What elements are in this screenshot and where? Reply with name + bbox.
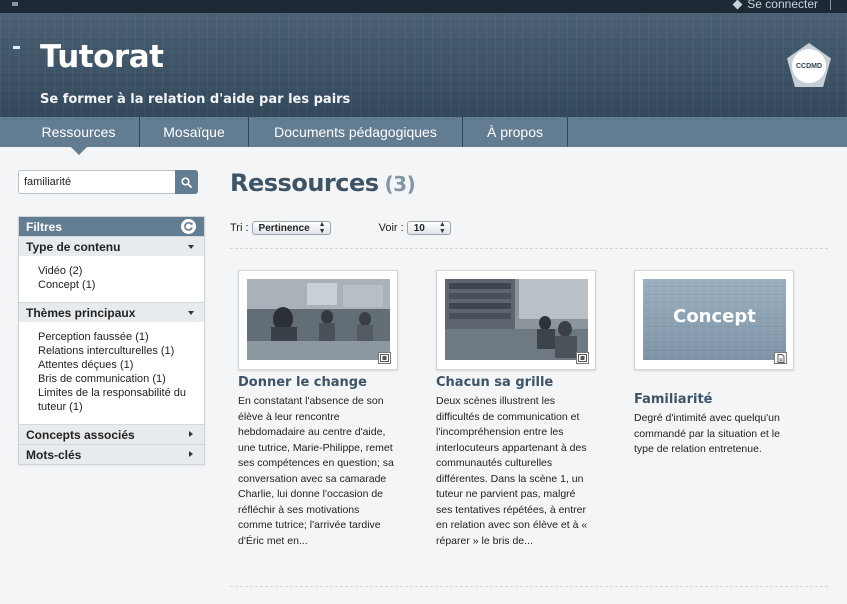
login-label: Se connecter (747, 0, 818, 11)
card-description: Degré d'intimité avec quelqu'un commandé… (634, 412, 780, 455)
card-title[interactable]: Familiarité (634, 392, 712, 407)
concept-thumbnail[interactable]: Concept (634, 270, 794, 370)
card-title[interactable]: Chacun sa grille (436, 375, 553, 390)
select-arrows-icon: ▲ ▼ (318, 221, 326, 235)
section-title: Concepts associés (26, 427, 135, 442)
video-icon (576, 352, 589, 364)
search-button[interactable] (175, 170, 198, 194)
document-icon (774, 352, 787, 364)
per-page-select[interactable]: 10 ▲ ▼ (406, 221, 451, 235)
sort-value: Pertinence (258, 222, 310, 234)
search-box (18, 170, 198, 194)
select-arrows-icon: ▲ ▼ (438, 221, 446, 235)
video-thumbnail[interactable] (436, 270, 596, 370)
classroom-photo (247, 279, 390, 360)
nav-item-ressources[interactable]: Ressources (18, 117, 140, 155)
filter-section-type-de-contenu[interactable]: Type de contenu (19, 236, 204, 256)
ccdmd-logo[interactable]: CCDMD (787, 43, 831, 87)
filter-section-themes-principaux[interactable]: Thèmes principaux (19, 302, 204, 322)
filters-panel: Filtres Type de contenu Vidéo (2) Concep… (18, 216, 205, 465)
video-thumbnail[interactable] (238, 270, 398, 370)
nav-item-mosaique[interactable]: Mosaïque (140, 117, 249, 147)
view-label: Voir : (378, 222, 404, 234)
nav-item-documents-pedagogiques[interactable]: Documents pédagogiques (249, 117, 463, 147)
search-icon (181, 176, 192, 188)
sort-label: Tri : (230, 222, 249, 234)
filters-header: Filtres (19, 217, 204, 236)
menu-grip-icon[interactable] (12, 2, 18, 6)
top-bar: Se connecter (0, 0, 847, 13)
video-icon (378, 352, 391, 364)
filter-item[interactable]: Attentes déçues (1) (38, 358, 196, 372)
concept-image: Concept (643, 279, 786, 360)
login-icon (732, 0, 743, 9)
chevron-down-icon (188, 245, 194, 249)
nav-item-a-propos[interactable]: À propos (463, 117, 568, 147)
filter-list-themes-principaux: Perception faussée (1) Relations intercu… (19, 322, 204, 424)
per-page-value: 10 (413, 222, 425, 234)
card-title[interactable]: Donner le change (238, 375, 367, 390)
divider (230, 586, 828, 587)
concept-image-label: Concept (673, 306, 756, 327)
section-title: Mots-clés (26, 447, 82, 462)
collapse-icon[interactable] (13, 46, 20, 49)
sort-select[interactable]: Pertinence ▲ ▼ (251, 221, 331, 235)
filter-item[interactable]: Concept (1) (38, 278, 196, 292)
section-title: Type de contenu (26, 239, 121, 254)
filter-item[interactable]: Perception faussée (1) (38, 330, 196, 344)
card-description: En constatant l'absence de son élève à l… (238, 395, 394, 547)
site-title[interactable]: Tutorat (40, 39, 164, 75)
filter-item[interactable]: Relations interculturelles (1) (38, 344, 196, 358)
site-subtitle: Se former à la relation d'aide par les p… (40, 92, 351, 107)
login-link[interactable]: Se connecter (732, 0, 831, 11)
list-controls: Tri : Pertinence ▲ ▼ Voir : 10 ▲ ▼ (230, 221, 451, 235)
chevron-down-icon (188, 311, 194, 315)
divider (830, 0, 831, 10)
filter-item[interactable]: Bris de communication (1) (38, 372, 196, 386)
page-title-text: Ressources (230, 169, 379, 197)
reset-filters-button[interactable] (181, 219, 196, 234)
filter-section-concepts-associes[interactable]: Concepts associés (19, 424, 204, 444)
card-description: Deux scènes illustrent les difficultés d… (436, 395, 588, 547)
chevron-right-icon (189, 431, 193, 437)
chevron-right-icon (189, 451, 193, 457)
filter-section-mots-cles[interactable]: Mots-clés (19, 444, 204, 464)
section-title: Thèmes principaux (26, 305, 136, 320)
site-header: Tutorat Se former à la relation d'aide p… (0, 13, 847, 117)
reset-icon (184, 221, 193, 231)
library-photo (445, 279, 588, 360)
result-count: (3) (384, 172, 416, 196)
divider (230, 248, 828, 249)
filter-item[interactable]: Vidéo (2) (38, 264, 196, 278)
main-nav: Ressources Mosaïque Documents pédagogiqu… (0, 117, 847, 155)
filters-title: Filtres (26, 219, 63, 234)
search-input[interactable] (18, 170, 175, 194)
page-title: Ressources (3) (230, 169, 416, 197)
filter-item[interactable]: Limites de la responsabilité du tuteur (… (38, 386, 196, 414)
filter-list-type-de-contenu: Vidéo (2) Concept (1) (19, 256, 204, 302)
logo-badge: CCDMD (792, 49, 826, 83)
